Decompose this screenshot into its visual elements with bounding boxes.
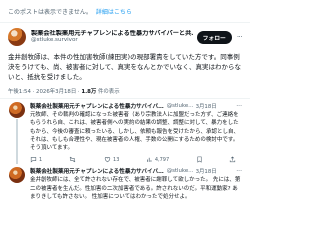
reply-author-name[interactable]: 製薬会社製薬用元チャプレンによる性暴力サバイバ… <box>30 102 164 110</box>
reply-content: 製薬会社製薬用元チャプレンによる性暴力サバイバ… @stluke… 3月18日 … <box>30 167 242 201</box>
reply-tweet-1[interactable]: 製薬会社製薬用元チャプレンによる性暴力サバイバ… @stluke… 3月18日 … <box>0 99 250 165</box>
avatar[interactable] <box>9 102 25 119</box>
views-icon <box>146 156 153 163</box>
avatar[interactable] <box>9 167 25 184</box>
reply-header: 製薬会社製薬用元チャプレンによる性暴力サバイバ… @stluke… 3月18日 … <box>30 102 242 111</box>
reply-tweet-2[interactable]: 製薬会社製薬用元チャプレンによる性暴力サバイバ… @stluke… 3月18日 … <box>0 164 250 201</box>
reply-header: 製薬会社製薬用元チャプレンによる性暴力サバイバ… @stluke… 3月18日 … <box>30 167 242 176</box>
action-bar: 1 13 4,797 <box>30 155 242 164</box>
reply-author-handle[interactable]: @stluke… <box>167 103 194 109</box>
reply-date[interactable]: 3月18日 <box>196 102 217 110</box>
repost-icon <box>69 156 76 163</box>
notice-details-link[interactable]: 詳細はこちら <box>96 7 132 16</box>
more-options-icon[interactable]: ··· <box>236 103 242 110</box>
tweet-meta: 午後1:54 · 2026年3月18日 · 1.8万 件の表示 <box>8 87 242 98</box>
reply-action[interactable]: 1 <box>30 156 42 163</box>
author-handle[interactable]: @stluke.survivor <box>31 37 193 43</box>
main-tweet-header: 製薬会社製薬用元チャプレンによる性暴力サバイバーと共… @stluke.surv… <box>8 26 243 48</box>
avatar[interactable] <box>8 28 26 46</box>
reply-text: 金井創牧師には、全て許されない存在で、被害者に謝罪して欲しかった。 先には、第二… <box>30 177 241 200</box>
views-count: 1.8万 <box>81 89 97 96</box>
unavailable-notice: このポストは表示できません。 詳細はこちら <box>0 0 250 23</box>
reply-author-handle[interactable]: @stluke… <box>167 168 194 174</box>
reply-text: 元牧師、その裁判の確認になった被害者（あり宗教法人に加盟だった方ず、ご連絡をもら… <box>30 112 240 152</box>
tweet-timestamp[interactable]: 午後1:54 · 2026年3月18日 · <box>8 89 81 95</box>
views-count: 4,797 <box>154 156 170 163</box>
follow-button[interactable]: フォロー <box>196 30 232 44</box>
main-tweet-body: 金井創牧師は、本件の性加害牧師(練田実)の現部署責をしていた方です。同事例決をう… <box>8 53 241 82</box>
comment-icon <box>30 156 37 163</box>
share-icon <box>229 156 236 163</box>
more-options-icon[interactable]: ··· <box>237 33 243 41</box>
reply-date[interactable]: 3月18日 <box>196 167 217 175</box>
share-action[interactable] <box>229 156 236 163</box>
reply-left-col <box>8 102 26 165</box>
thread-line <box>16 119 18 165</box>
like-action[interactable]: 13 <box>104 156 119 163</box>
views-label: 件の表示 <box>96 89 120 96</box>
bookmark-action[interactable] <box>196 156 203 164</box>
repost-action[interactable] <box>69 156 78 163</box>
main-tweet: 製薬会社製薬用元チャプレンによる性暴力サバイバーと共… @stluke.surv… <box>0 23 250 98</box>
views-action[interactable]: 4,797 <box>146 156 169 163</box>
notice-text: このポストは表示できません。 <box>8 8 92 16</box>
reply-author-name[interactable]: 製薬会社製薬用元チャプレンによる性暴力サバイバ… <box>30 167 164 175</box>
reply-count: 1 <box>39 156 43 163</box>
like-count: 13 <box>113 156 120 163</box>
reply-left-col <box>8 167 26 201</box>
more-options-icon[interactable]: ··· <box>236 168 242 175</box>
heart-icon <box>104 156 111 163</box>
author-info: 製薬会社製薬用元チャプレンによる性暴力サバイバーと共… @stluke.surv… <box>31 30 193 44</box>
reply-content: 製薬会社製薬用元チャプレンによる性暴力サバイバ… @stluke… 3月18日 … <box>30 102 242 164</box>
bookmark-icon <box>196 156 203 164</box>
author-display-name[interactable]: 製薬会社製薬用元チャプレンによる性暴力サバイバーと共… <box>31 30 193 37</box>
